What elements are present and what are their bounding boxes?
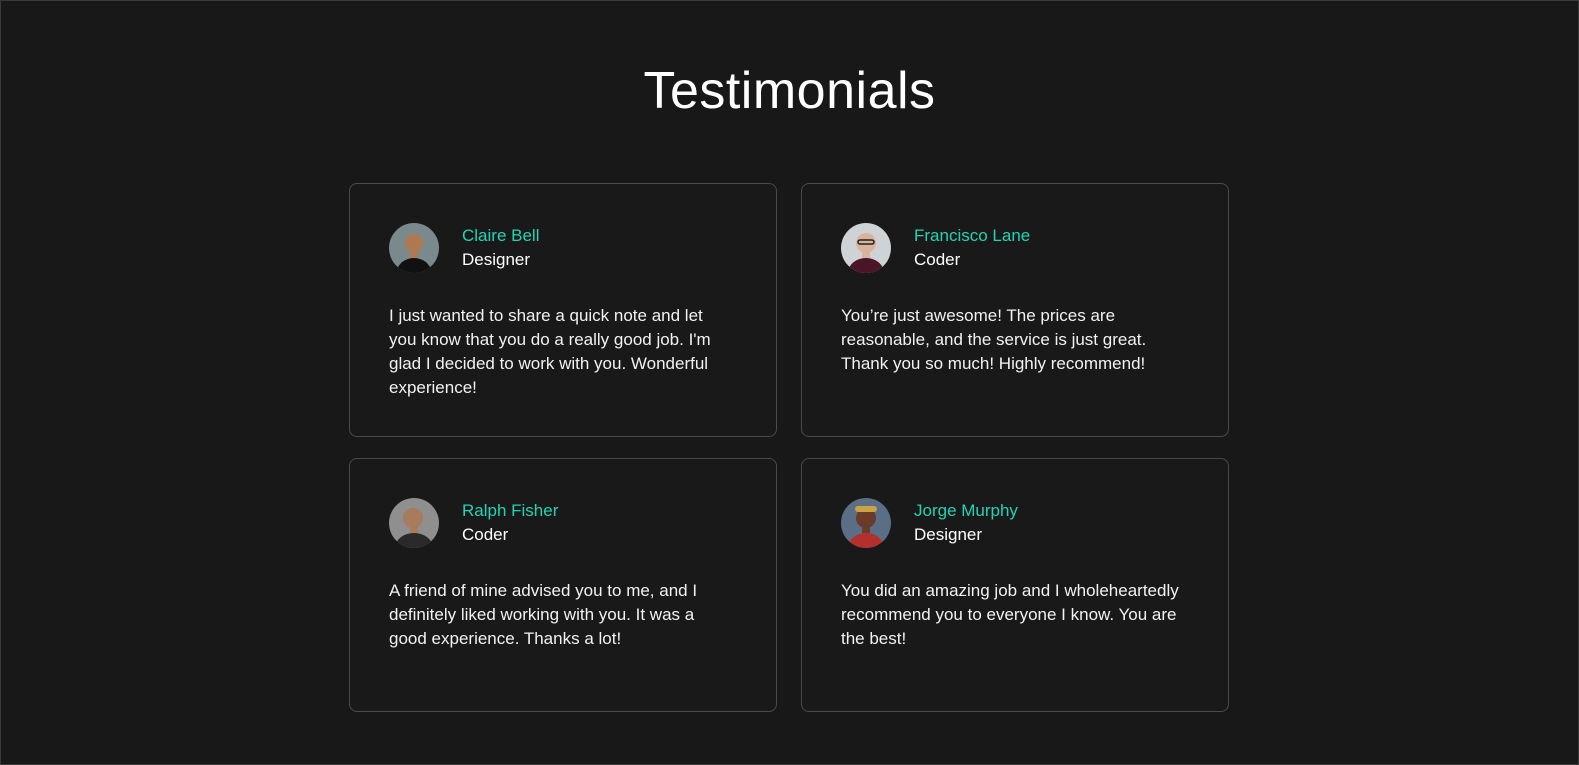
testimonial-author: Jorge Murphy Designer: [841, 497, 1188, 549]
testimonial-card: Jorge Murphy Designer You did an amazing…: [801, 458, 1229, 712]
avatar: [841, 223, 891, 273]
testimonial-card: Francisco Lane Coder You’re just awesome…: [801, 183, 1229, 437]
author-name: Jorge Murphy: [914, 501, 1018, 520]
testimonials-grid: Claire Bell Designer I just wanted to sh…: [349, 183, 1229, 712]
testimonial-quote: I just wanted to share a quick note and …: [389, 306, 711, 397]
author-role: Designer: [914, 525, 983, 544]
testimonial-quote: A friend of mine advised you to me, and …: [389, 581, 698, 648]
author-name: Claire Bell: [462, 226, 540, 245]
avatar: [389, 498, 439, 548]
testimonial-author: Claire Bell Designer: [389, 222, 736, 274]
testimonial-quote: You did an amazing job and I wholehearte…: [841, 581, 1179, 648]
testimonial-author: Francisco Lane Coder: [841, 222, 1188, 274]
avatar: [841, 498, 891, 548]
author-name: Ralph Fisher: [462, 501, 559, 520]
testimonial-card: Claire Bell Designer I just wanted to sh…: [349, 183, 777, 437]
page-title: Testimonials: [643, 62, 936, 120]
page-frame: Testimonials Claire Bell Designer I just…: [0, 0, 1579, 765]
author-role: Designer: [462, 250, 531, 269]
avatar: [389, 223, 439, 273]
avatar-head: [403, 508, 423, 528]
avatar-head: [405, 234, 423, 252]
author-role: Coder: [462, 525, 509, 544]
testimonial-author: Ralph Fisher Coder: [389, 497, 736, 549]
author-role: Coder: [914, 250, 961, 269]
testimonial-quote: You’re just awesome! The prices are reas…: [841, 306, 1147, 373]
author-name: Francisco Lane: [914, 226, 1031, 245]
testimonial-card: Ralph Fisher Coder A friend of mine advi…: [349, 458, 777, 712]
hat-icon: [855, 506, 877, 512]
